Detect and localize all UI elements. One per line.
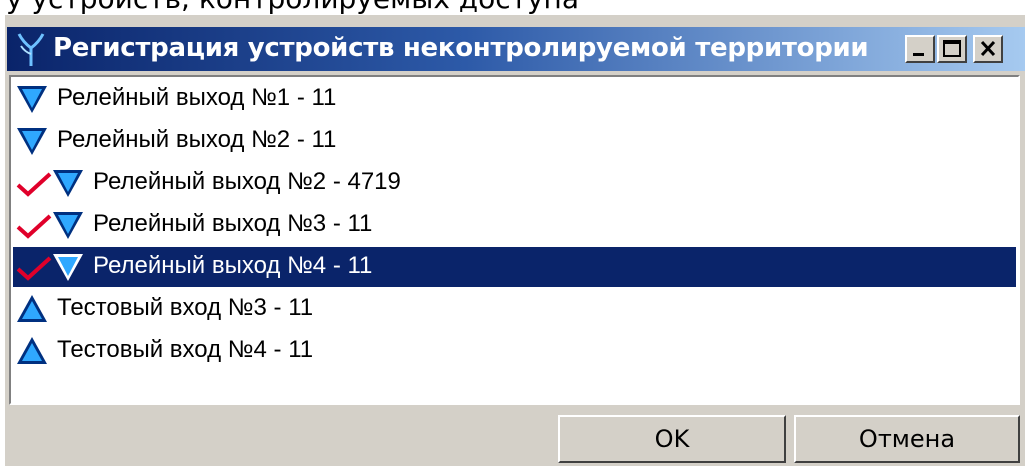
list-item-label: Релейный выход №2 - 11 bbox=[57, 126, 337, 153]
maximize-icon bbox=[943, 40, 961, 57]
relay-output-icon bbox=[53, 254, 83, 281]
checkmark-icon bbox=[16, 214, 52, 239]
checkmark-icon bbox=[16, 172, 52, 197]
list-item[interactable]: Релейный выход №2 - 11 bbox=[13, 121, 1016, 161]
list-item-label: Тестовый вход №4 - 11 bbox=[57, 336, 314, 363]
relay-output-icon bbox=[53, 212, 83, 239]
title-bar[interactable]: Регистрация устройств неконтролируемой т… bbox=[7, 27, 1025, 71]
minimize-button[interactable] bbox=[905, 35, 935, 63]
list-item-label: Релейный выход №3 - 11 bbox=[93, 210, 373, 237]
minimize-icon bbox=[913, 53, 924, 56]
list-item[interactable]: Тестовый вход №3 - 11 bbox=[13, 289, 1016, 329]
ok-button[interactable]: OK bbox=[558, 415, 786, 463]
list-item-label: Тестовый вход №3 - 11 bbox=[57, 294, 314, 321]
test-input-icon bbox=[17, 337, 47, 364]
list-item[interactable]: Релейный выход №3 - 11 bbox=[13, 205, 1016, 245]
background-app-fragment: у устройств, контролируемых доступа bbox=[0, 0, 1025, 14]
cancel-button[interactable]: Отмена bbox=[794, 415, 1020, 463]
list-item-label: Релейный выход №1 - 11 bbox=[57, 84, 337, 111]
test-input-icon bbox=[17, 295, 47, 322]
window-title: Регистрация устройств неконтролируемой т… bbox=[53, 33, 869, 63]
checkmark-icon bbox=[16, 256, 52, 281]
list-item-selected[interactable]: Релейный выход №4 - 11 bbox=[13, 247, 1016, 287]
close-icon bbox=[980, 40, 996, 57]
list-item-label: Релейный выход №2 - 4719 bbox=[93, 168, 401, 195]
list-item[interactable]: Релейный выход №2 - 4719 bbox=[13, 163, 1016, 203]
relay-output-icon bbox=[17, 86, 47, 113]
device-list[interactable]: Релейный выход №1 - 11 Релейный выход №2… bbox=[9, 75, 1020, 405]
close-button[interactable] bbox=[973, 35, 1003, 63]
list-item[interactable]: Релейный выход №1 - 11 bbox=[13, 79, 1016, 119]
dialog-window: Регистрация устройств неконтролируемой т… bbox=[4, 14, 1025, 466]
maximize-button[interactable] bbox=[937, 35, 967, 63]
relay-output-icon bbox=[17, 128, 47, 155]
app-icon bbox=[17, 33, 45, 66]
list-item[interactable]: Тестовый вход №4 - 11 bbox=[13, 331, 1016, 371]
relay-output-icon bbox=[53, 170, 83, 197]
list-item-label: Релейный выход №4 - 11 bbox=[93, 252, 373, 279]
